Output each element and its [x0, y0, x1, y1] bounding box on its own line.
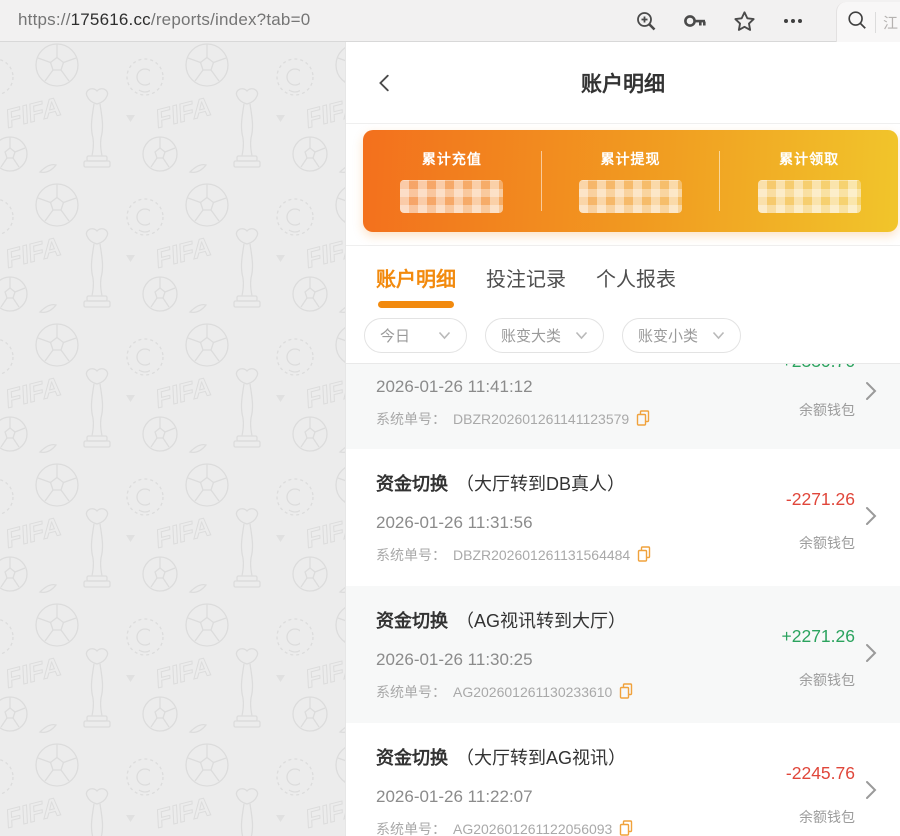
password-key-icon[interactable] [681, 7, 709, 35]
transaction-row[interactable]: 2026-01-26 11:41:12 系统单号：DBZR20260126114… [346, 364, 900, 449]
transaction-amount: -2271.26 [786, 489, 855, 510]
transaction-time: 2026-01-26 11:30:25 [376, 650, 870, 670]
copy-icon[interactable] [636, 410, 650, 429]
order-number: AG202601261122056093 [453, 821, 612, 836]
transaction-time: 2026-01-26 11:31:56 [376, 513, 870, 533]
url-field[interactable]: https://175616.cc/reports/index?tab=0 [18, 10, 310, 30]
url-path: /reports/index?tab=0 [151, 10, 310, 29]
find-hint-text: 江 [875, 12, 898, 33]
order-number: AG202601261130233610 [453, 684, 612, 700]
more-menu-icon[interactable] [779, 7, 807, 35]
summary-label: 累计领取 [779, 149, 839, 169]
filter-label: 账变大类 [501, 325, 561, 346]
wallet-label: 余额钱包 [799, 400, 855, 420]
filter-minor-category-dropdown[interactable]: 账变小类 [622, 318, 741, 353]
browser-address-bar[interactable]: https://175616.cc/reports/index?tab=0 [0, 0, 900, 42]
transaction-amount: +2271.26 [782, 626, 855, 647]
order-label: 系统单号： [376, 819, 446, 836]
chevron-down-icon [438, 331, 451, 340]
summary-label: 累计提现 [601, 149, 661, 169]
zoom-in-icon[interactable] [632, 7, 660, 35]
summary-value-redacted [579, 180, 682, 213]
bookmark-star-icon[interactable] [730, 7, 758, 35]
transaction-row[interactable]: 资金切换（大厅转到DB真人） 2026-01-26 11:31:56 系统单号：… [346, 449, 900, 586]
chevron-right-icon [858, 504, 882, 528]
tab-label: 账户明细 [376, 269, 456, 291]
order-label: 系统单号： [376, 545, 446, 565]
summary-section: 累计充值 累计提现 累计领取 [346, 124, 900, 246]
search-icon[interactable] [846, 9, 868, 36]
chevron-down-icon [712, 331, 725, 340]
find-bar[interactable]: 江 [836, 2, 900, 42]
transaction-order: 系统单号： AG202601261130233610 [376, 682, 870, 702]
filter-major-category-dropdown[interactable]: 账变大类 [485, 318, 604, 353]
filter-date-dropdown[interactable]: 今日 [364, 318, 467, 353]
tab-bet-records[interactable]: 投注记录 [486, 263, 566, 308]
wallet-label: 余额钱包 [799, 807, 855, 827]
transaction-list: 2026-01-26 11:41:12 系统单号：DBZR20260126114… [346, 363, 900, 836]
tab-label: 个人报表 [596, 269, 676, 291]
chevron-right-icon [858, 641, 882, 665]
transaction-order: 系统单号： DBZR202601261141123579 [376, 409, 870, 429]
chevron-right-icon [858, 379, 882, 403]
fifa-pattern-wallpaper: FIFA [0, 42, 345, 836]
report-tabs: 账户明细 投注记录 个人报表 [346, 246, 900, 318]
order-label: 系统单号： [376, 409, 446, 429]
filter-bar: 今日 账变大类 账变小类 [346, 318, 900, 363]
transaction-row[interactable]: 资金切换（AG视讯转到大厅） 2026-01-26 11:30:25 系统单号：… [346, 586, 900, 723]
url-scheme: https:// [18, 10, 71, 29]
chevron-left-icon [374, 72, 396, 94]
tab-personal-report[interactable]: 个人报表 [596, 263, 676, 308]
tab-account-detail[interactable]: 账户明细 [376, 263, 456, 308]
transaction-order: 系统单号： DBZR202601261131564484 [376, 545, 870, 565]
wallet-label: 余额钱包 [799, 670, 855, 690]
copy-icon[interactable] [619, 683, 633, 702]
page-header: 账户明细 [346, 42, 900, 124]
active-tab-underline [378, 301, 454, 308]
transaction-order: 系统单号： AG202601261122056093 [376, 819, 870, 836]
transaction-amount-clipped: +2330.76 [745, 364, 855, 371]
order-number: DBZR202601261131564484 [453, 547, 630, 563]
tab-label: 投注记录 [486, 269, 566, 291]
summary-card: 累计充值 累计提现 累计领取 [363, 130, 898, 232]
reports-page-panel: 账户明细 累计充值 累计提现 累计领取 账户明细 投注记录 [345, 42, 900, 836]
copy-icon[interactable] [619, 820, 633, 836]
filter-label: 今日 [380, 325, 410, 346]
transaction-row[interactable]: 资金切换（大厅转到AG视讯） 2026-01-26 11:22:07 系统单号：… [346, 723, 900, 836]
page-title: 账户明细 [581, 68, 665, 98]
back-button[interactable] [372, 70, 398, 96]
transaction-amount: -2245.76 [786, 763, 855, 784]
filter-label: 账变小类 [638, 325, 698, 346]
transaction-time: 2026-01-26 11:22:07 [376, 787, 870, 807]
summary-value-redacted [400, 180, 503, 213]
wallet-label: 余额钱包 [799, 533, 855, 553]
chevron-right-icon [858, 778, 882, 802]
summary-value-redacted [758, 180, 861, 213]
order-number: DBZR202601261141123579 [453, 411, 629, 427]
order-label: 系统单号： [376, 682, 446, 702]
copy-icon[interactable] [637, 546, 651, 565]
url-domain: 175616.cc [71, 10, 151, 29]
summary-total-withdraw: 累计提现 [542, 130, 720, 232]
summary-total-bonus: 累计领取 [720, 130, 898, 232]
summary-label: 累计充值 [422, 149, 482, 169]
summary-total-deposit: 累计充值 [363, 130, 541, 232]
chevron-down-icon [575, 331, 588, 340]
fifa-pattern-graphic: FIFA [0, 42, 345, 836]
